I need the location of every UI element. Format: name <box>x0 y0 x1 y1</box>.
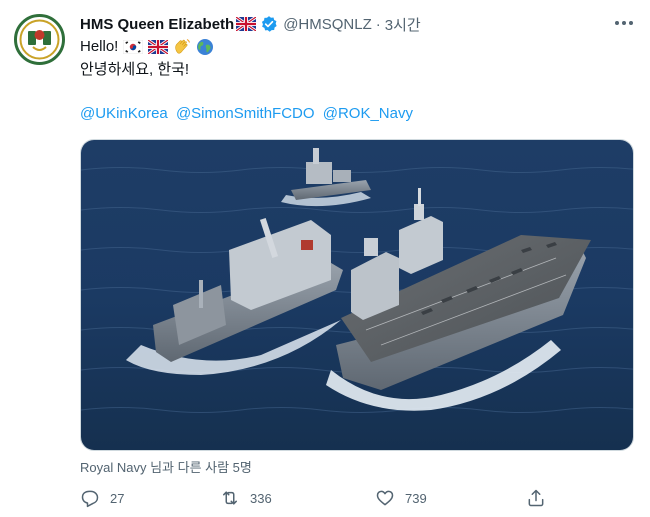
retweet-button[interactable]: 336 <box>220 485 272 511</box>
tweet-header: HMS Queen Elizabeth @HMSQNLZ · 3시간 <box>80 13 636 35</box>
timestamp[interactable]: 3시간 <box>385 14 421 35</box>
like-button[interactable]: 739 <box>375 485 427 511</box>
tweet-text-line-1: Hello! <box>80 37 214 57</box>
tweet-text-line-2: 안녕하세요, 한국! <box>80 61 190 78</box>
share-button[interactable] <box>526 485 546 511</box>
reply-count: 27 <box>110 490 125 506</box>
tweet-actions: 27 336 739 <box>80 485 550 511</box>
avatar-crest <box>13 13 66 66</box>
mention-rok-navy[interactable]: @ROK_Navy <box>323 105 413 122</box>
waving-hand-icon <box>173 38 191 56</box>
mentions-line: @UKinKorea @SimonSmithFCDO @ROK_Navy <box>80 104 417 124</box>
reply-button[interactable]: 27 <box>80 485 124 511</box>
tweet-photo[interactable] <box>80 139 634 451</box>
share-icon <box>528 489 544 507</box>
mention-ukinkorea[interactable]: @UKinKorea <box>80 105 168 122</box>
display-name[interactable]: HMS Queen Elizabeth <box>80 16 234 33</box>
ships-photo-image <box>81 140 633 450</box>
like-count: 739 <box>405 490 427 506</box>
globe-icon <box>196 38 214 56</box>
retweet-icon <box>223 491 237 505</box>
uk-flag-icon <box>236 17 257 31</box>
like-icon <box>376 490 394 506</box>
retweet-count: 336 <box>250 490 272 506</box>
mention-simonsmithfcdo[interactable]: @SimonSmithFCDO <box>176 105 315 122</box>
reply-icon <box>81 490 99 508</box>
handle[interactable]: @HMSQNLZ <box>283 16 372 33</box>
korea-flag-icon <box>123 38 144 56</box>
hello-text: Hello! <box>80 38 119 55</box>
tagged-people[interactable]: Royal Navy 님과 다른 사람 5명 <box>80 457 252 476</box>
verified-badge-icon <box>260 15 278 33</box>
more-options-icon[interactable] <box>612 13 636 33</box>
avatar[interactable] <box>13 13 66 66</box>
uk-flag-icon <box>148 38 169 56</box>
separator-dot: · <box>375 15 381 33</box>
